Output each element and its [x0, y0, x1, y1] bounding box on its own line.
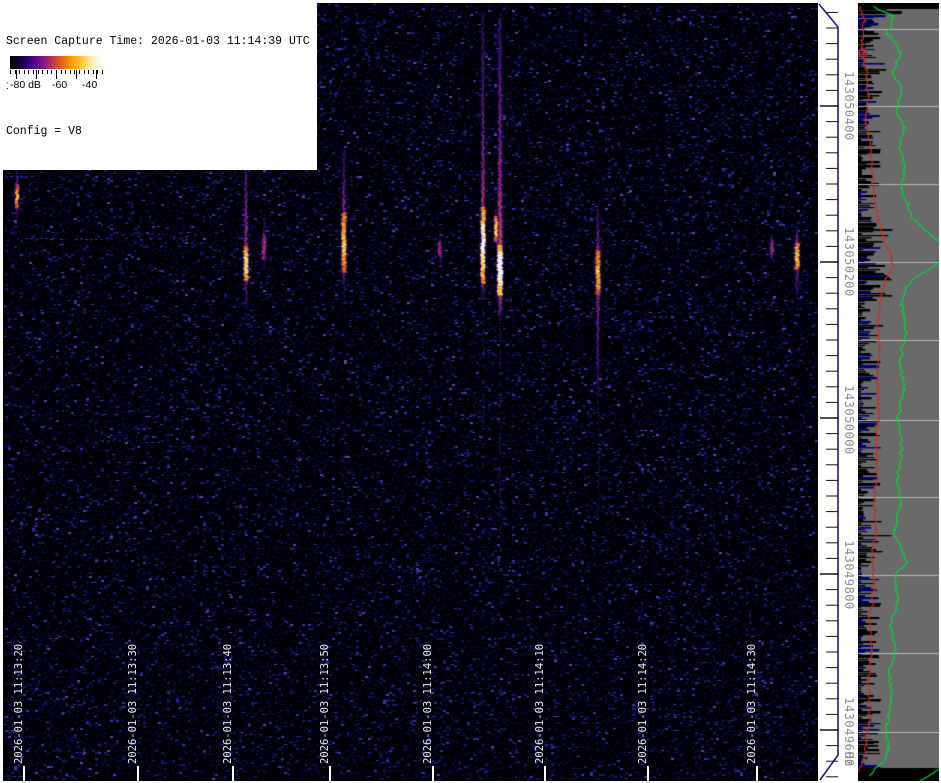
time-axis-tick [329, 766, 331, 781]
freq-axis-label: 143050200 [842, 227, 856, 297]
legend-minor-tick [33, 70, 34, 74]
time-axis-label: 2026-01-03 11:13:30 [127, 643, 139, 764]
spectrogram-app-window: 2026-01-03 11:13:20 2026-01-03 11:13:30 20… [0, 0, 941, 783]
frequency-axis: 1430504001430502001430500001430498001430… [818, 3, 858, 781]
config-text: Config = V8 [6, 125, 82, 138]
time-axis-label: 2026-01-03 11:13:20 [13, 643, 25, 764]
legend-minor-tick [23, 70, 25, 74]
legend-major-tick [56, 70, 57, 79]
time-axis-tick [23, 766, 25, 781]
time-axis-tick [137, 766, 139, 781]
legend-minor-tick [10, 70, 11, 74]
legend-minor-tick [19, 70, 21, 74]
freq-axis-label: 143050000 [842, 385, 856, 455]
spectrum-panel-canvas [858, 3, 939, 781]
legend-major-tick [16, 70, 17, 79]
legend-major-tick [96, 70, 97, 79]
time-axis-tick [647, 766, 649, 781]
time-axis-tick [432, 766, 434, 781]
freq-axis-label: 143049800 [842, 540, 856, 610]
time-axis-tick [544, 766, 546, 781]
legend-minor-tick [28, 70, 30, 74]
color-scale-legend: -80 dB -60 -40 [8, 54, 104, 94]
time-axis-label: 2026-01-03 11:14:20 [637, 643, 649, 764]
time-axis-label: 2026-01-03 11:14:10 [534, 643, 546, 764]
legend-major-tick [36, 70, 37, 79]
legend-minor-tick [79, 70, 80, 74]
legend-minor-tick [83, 70, 85, 74]
time-axis-label: 2026-01-03 11:14:00 [422, 643, 434, 764]
legend-minor-tick [46, 70, 48, 74]
time-axis-label: 2026-01-03 11:13:50 [319, 643, 331, 764]
legend-minor-tick [60, 70, 62, 74]
capture-time-text: Screen Capture Time: 2026-01-03 11:14:39… [6, 35, 310, 48]
legend-minor-tick [97, 70, 99, 74]
legend-label-min: -80 dB [10, 79, 41, 91]
legend-minor-tick [69, 70, 71, 74]
legend-minor-tick [42, 70, 44, 74]
legend-minor-tick [92, 70, 94, 74]
time-axis-label: 2026-01-03 11:14:30 [746, 643, 758, 764]
time-axis-tick [756, 766, 758, 781]
legend-minor-tick [88, 70, 90, 74]
legend-label-mid: -60 [52, 79, 68, 91]
time-axis-tick [232, 766, 234, 781]
legend-label-max: -40 [82, 79, 98, 91]
freq-axis-unit-label: Hz [842, 752, 856, 766]
legend-minor-tick [51, 70, 53, 74]
legend-minor-tick [37, 70, 39, 74]
legend-major-tick [76, 70, 77, 79]
colormap-gradient-bar [10, 56, 102, 69]
legend-minor-tick [65, 70, 67, 74]
legend-minor-tick [102, 70, 103, 74]
freq-axis-label: 143050400 [842, 71, 856, 141]
time-axis-label: 2026-01-03 11:13:40 [222, 643, 234, 764]
